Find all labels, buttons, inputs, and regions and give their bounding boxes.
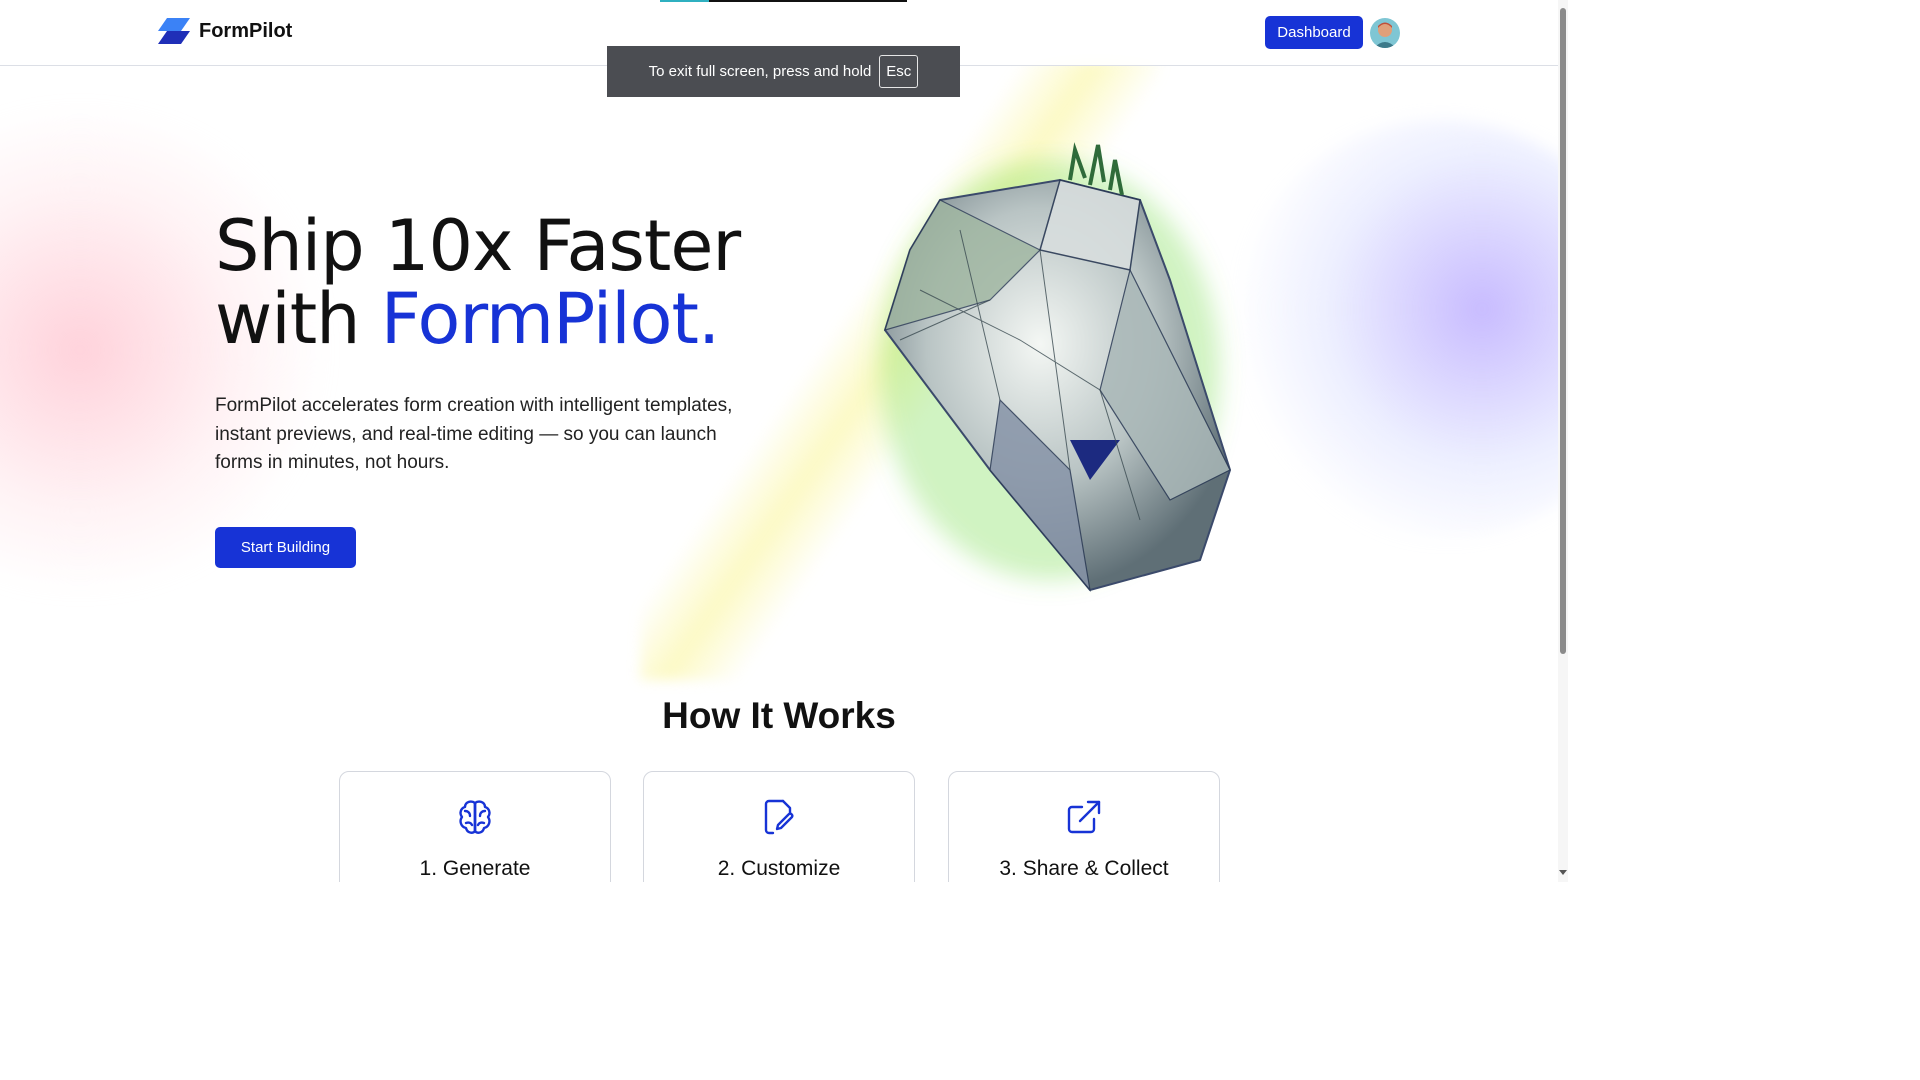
hero-title-accent: FormPilot. — [380, 278, 720, 360]
step-card-customize: 2. Customize — [643, 771, 915, 882]
edit-document-icon — [764, 799, 794, 835]
fullscreen-toast-message: To exit full screen, press and hold — [648, 63, 872, 80]
how-it-works-title: How It Works — [662, 695, 896, 736]
brain-icon — [459, 800, 491, 834]
hero-description: FormPilot accelerates form creation with… — [215, 395, 733, 473]
crystal-illustration — [880, 142, 1232, 593]
step-card-generate: 1. Generate — [339, 771, 611, 882]
scrollbar-thumb[interactable] — [1560, 8, 1566, 654]
brand-logo[interactable]: FormPilot — [158, 18, 292, 44]
brand-name: FormPilot — [199, 19, 293, 42]
avatar-icon — [1370, 18, 1400, 48]
formpilot-logo-icon — [158, 18, 190, 44]
start-building-button[interactable]: Start Building — [215, 527, 356, 568]
hero-title-line1: Ship 10x Faster — [215, 205, 741, 287]
dashboard-button[interactable]: Dashboard — [1265, 16, 1363, 49]
step-title: 1. Generate — [419, 857, 531, 880]
page: FormPilot Dashboard To exit full screen,… — [0, 0, 1568, 882]
fullscreen-exit-toast: To exit full screen, press and hold Esc — [607, 46, 960, 97]
vertical-scrollbar[interactable] — [1558, 0, 1568, 882]
background-glow-right — [1230, 120, 1568, 540]
step-card-share: 3. Share & Collect — [948, 771, 1220, 882]
esc-key-hint: Esc — [879, 55, 919, 88]
hero-title: Ship 10x Faster with FormPilot. — [215, 210, 741, 356]
hero-title-line2-prefix: with — [215, 278, 381, 360]
top-progress-indicator — [660, 0, 907, 2]
external-link-icon — [1067, 800, 1101, 834]
step-title: 2. Customize — [717, 857, 841, 880]
user-avatar[interactable] — [1370, 18, 1400, 48]
scroll-down-arrow-icon[interactable] — [1559, 870, 1567, 875]
step-title: 3. Share & Collect — [999, 857, 1169, 880]
